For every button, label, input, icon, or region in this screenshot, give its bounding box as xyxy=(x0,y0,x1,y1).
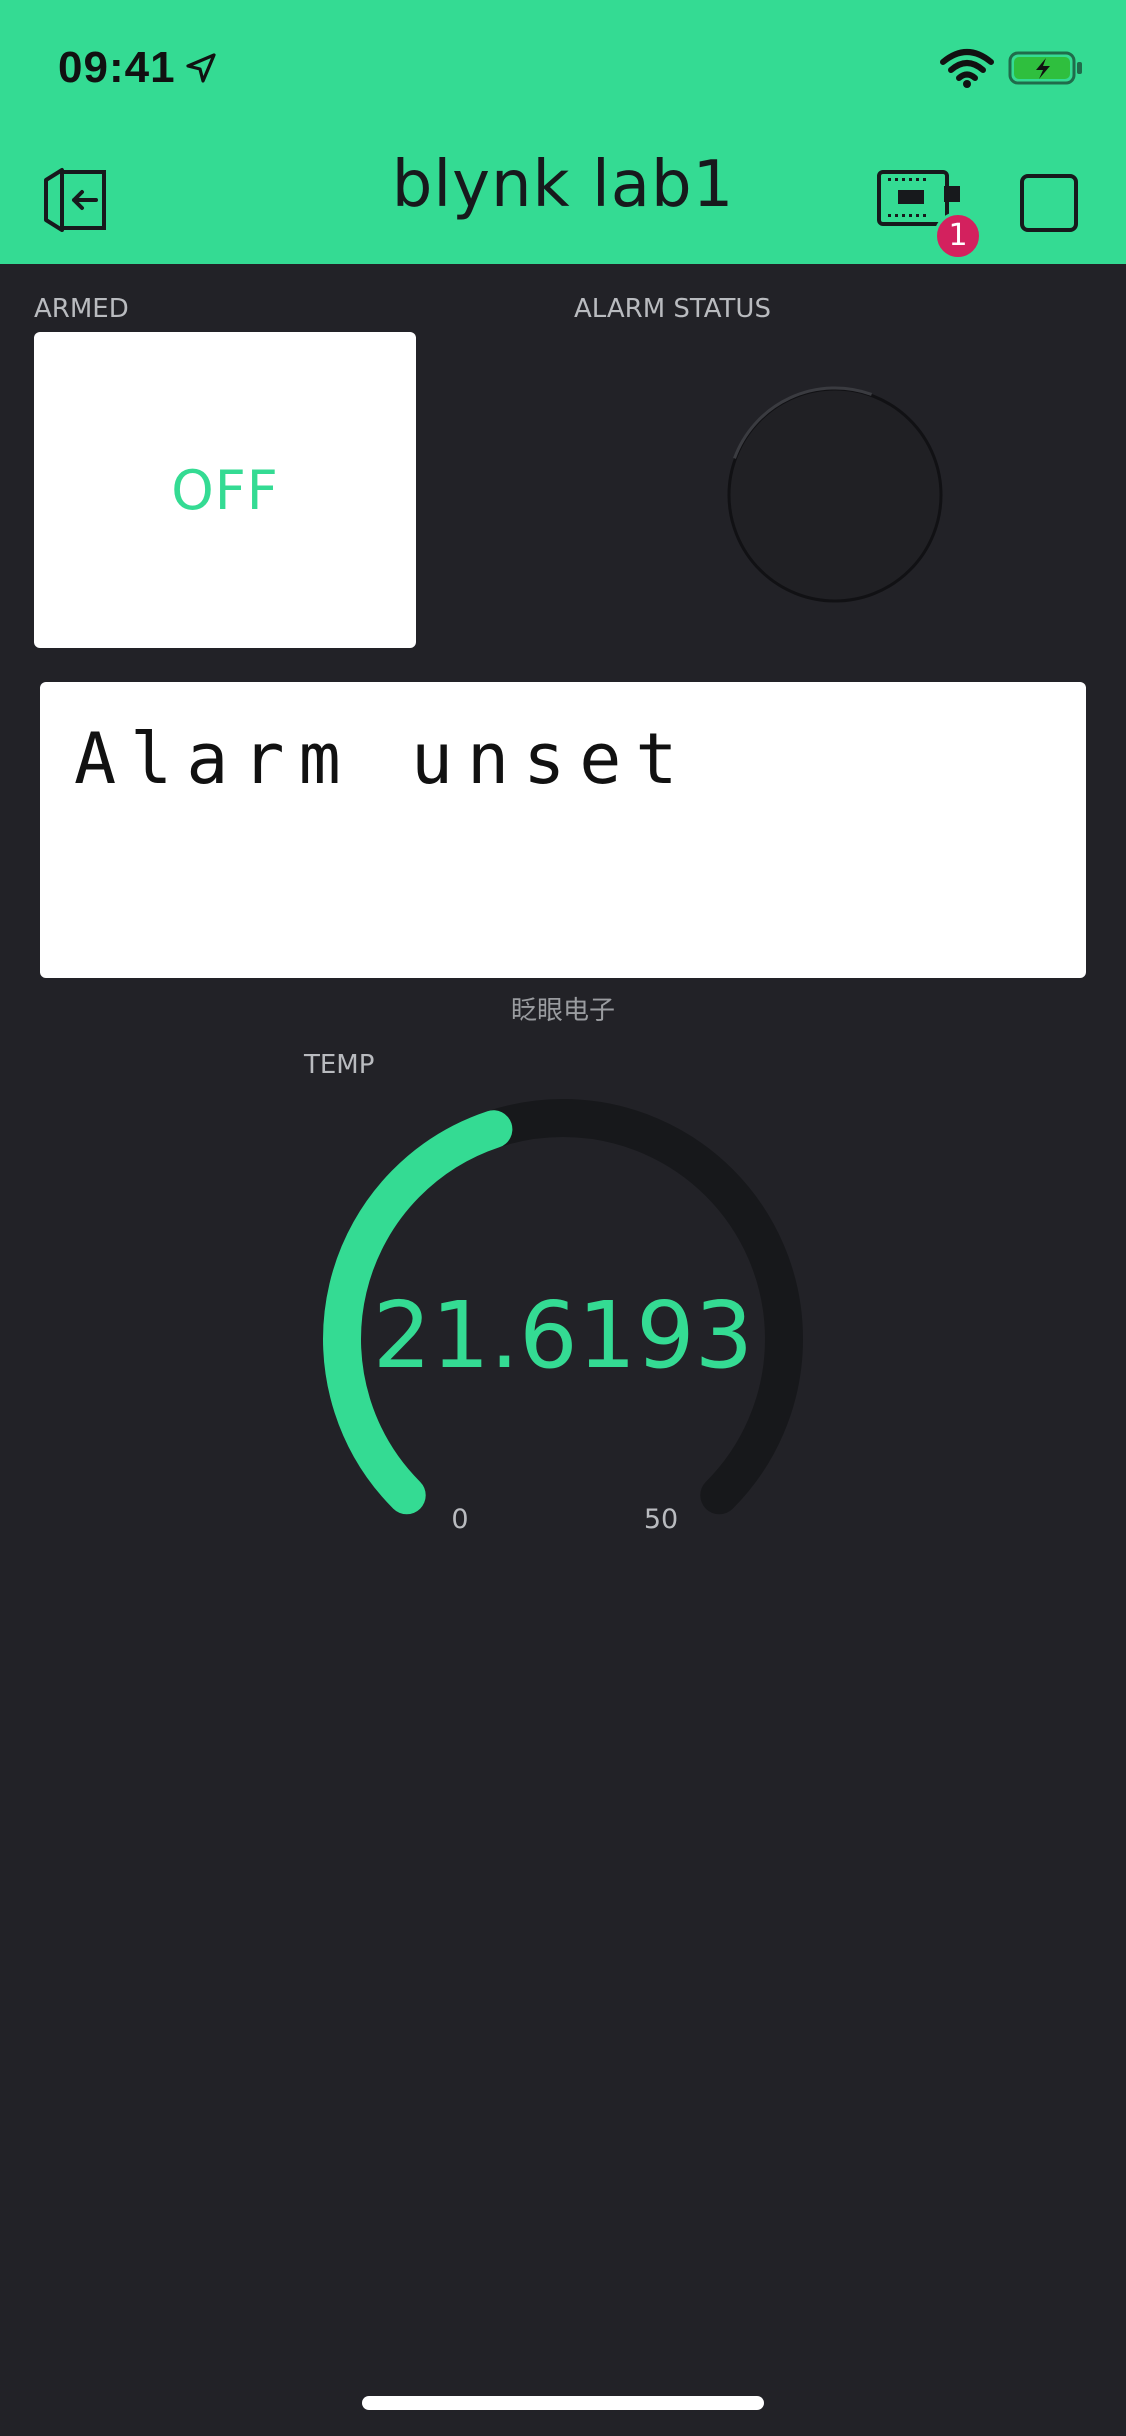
lcd-line-1: Alarm unset xyxy=(74,718,692,800)
status-bar-time-group: 09:41 xyxy=(58,36,218,100)
app-header: 09:41 blynk lab1 1 xyxy=(0,0,1126,264)
temp-gauge-min: 0 xyxy=(451,1504,469,1535)
alarm-status-label: ALARM STATUS xyxy=(574,294,771,324)
device-count-badge: 1 xyxy=(934,212,982,260)
location-arrow-icon xyxy=(184,51,218,85)
wifi-icon xyxy=(940,48,994,88)
temp-gauge-max: 50 xyxy=(643,1504,679,1535)
blynk-app-screen: 09:41 blynk lab1 1 ARMED OFF ALARM STATU… xyxy=(0,0,1126,2436)
battery-charging-icon xyxy=(1008,50,1084,86)
alarm-status-led xyxy=(720,380,950,610)
lcd-display: Alarm unset xyxy=(40,682,1086,978)
status-bar-time: 09:41 xyxy=(58,43,176,92)
temp-gauge-label: TEMP xyxy=(304,1050,375,1080)
armed-widget-label: ARMED xyxy=(34,294,129,324)
armed-button-state: OFF xyxy=(171,458,279,522)
home-indicator[interactable] xyxy=(362,2396,764,2410)
lcd-caption: 眨眼电子 xyxy=(510,996,615,1026)
armed-toggle-button[interactable]: OFF xyxy=(34,332,416,648)
stop-project-button[interactable] xyxy=(1020,174,1078,232)
temp-gauge-value: 21.6193 xyxy=(372,1282,754,1389)
